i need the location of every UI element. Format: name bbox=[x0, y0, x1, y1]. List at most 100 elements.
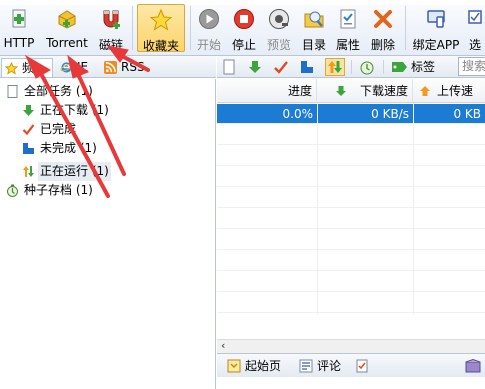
empty-row bbox=[217, 146, 485, 166]
delete-label: 删除 bbox=[370, 38, 395, 52]
tab-favorites-label: 频 bbox=[22, 61, 35, 75]
horizontal-scrollbar[interactable]: ‹ bbox=[217, 339, 485, 353]
tab-start-page-label: 起始页 bbox=[245, 359, 282, 373]
detail-panel bbox=[217, 377, 485, 389]
start-label: 开始 bbox=[196, 38, 221, 52]
rss-icon bbox=[104, 61, 117, 74]
add-http-button[interactable]: HTTP bbox=[1, 4, 37, 52]
add-magnet-button[interactable]: 磁链 bbox=[96, 4, 126, 52]
column-label: 下载速度 bbox=[359, 84, 408, 98]
download-speed-cell: 0 KB/s bbox=[371, 107, 409, 121]
column-divider bbox=[413, 103, 414, 315]
stop-button[interactable]: 停止 bbox=[228, 4, 260, 52]
toolbar-divider bbox=[132, 6, 133, 50]
tab-comments[interactable]: 评论 bbox=[297, 357, 341, 375]
toolbar-divider bbox=[383, 60, 384, 74]
stop-icon bbox=[234, 9, 254, 29]
empty-row bbox=[217, 251, 485, 271]
tag-button[interactable]: 标签 bbox=[391, 58, 435, 76]
star-icon bbox=[5, 62, 18, 75]
plus-torrent-icon bbox=[58, 10, 76, 29]
add-torrent-button[interactable]: Torrent bbox=[42, 4, 92, 52]
box-icon[interactable] bbox=[465, 359, 481, 373]
tree-item-label: 种子存档 (1) bbox=[24, 183, 93, 197]
archive-icon[interactable] bbox=[359, 59, 375, 75]
incomplete-icon bbox=[23, 143, 34, 154]
tree-item-label: 正在运行 (1) bbox=[38, 162, 111, 181]
delete-button[interactable]: 删除 bbox=[367, 4, 399, 52]
search-input[interactable]: 搜索 bbox=[458, 57, 485, 76]
scroll-left-icon[interactable]: ‹ bbox=[221, 339, 225, 352]
column-label: 上传速 bbox=[437, 84, 474, 98]
preview-icon bbox=[269, 9, 289, 29]
favorites-button[interactable]: 收藏夹 bbox=[137, 4, 185, 53]
tab-rss[interactable]: RSS bbox=[101, 58, 151, 77]
page-icon bbox=[7, 85, 18, 98]
select-label: 选 bbox=[469, 38, 482, 52]
toolbar-divider bbox=[351, 60, 352, 74]
empty-row bbox=[217, 272, 485, 292]
preview-label: 预览 bbox=[266, 38, 291, 52]
tab-rss-label: RSS bbox=[121, 60, 145, 74]
column-progress[interactable]: 进度 bbox=[217, 79, 317, 103]
empty-row bbox=[217, 209, 485, 229]
down-arrow-icon bbox=[23, 105, 34, 116]
incomplete-icon[interactable] bbox=[299, 59, 315, 75]
tree-item-label: 全部任务 (1) bbox=[24, 84, 93, 98]
task-list-header: 进度 下载速度 上传速 bbox=[217, 79, 485, 103]
down-arrow-icon[interactable] bbox=[247, 59, 263, 75]
http-label: HTTP bbox=[3, 36, 35, 50]
torrent-label: Torrent bbox=[46, 36, 88, 50]
empty-row bbox=[217, 167, 485, 187]
properties-icon[interactable] bbox=[355, 359, 369, 373]
play-icon bbox=[199, 9, 219, 29]
table-row[interactable]: 0.0% 0 KB/s 0 KB bbox=[217, 104, 485, 124]
bind-app-label: 绑定APP bbox=[412, 38, 460, 52]
star-icon bbox=[150, 9, 172, 31]
main-toolbar: HTTP Torrent 磁链 收藏夹 开始 停止 预览 目录 属性 删除 绑定… bbox=[0, 0, 485, 56]
check-icon[interactable] bbox=[273, 59, 289, 75]
task-toolbar: 标签 bbox=[217, 56, 485, 78]
tag-label: 标签 bbox=[411, 60, 436, 74]
tab-ie-label: IE bbox=[77, 60, 89, 74]
properties-button[interactable]: 属性 bbox=[333, 4, 363, 52]
column-download-speed[interactable]: 下载速度 bbox=[317, 79, 413, 103]
tree-item-label: 未完成 (1) bbox=[40, 141, 97, 155]
magnet-label: 磁链 bbox=[98, 38, 123, 52]
task-list: 进度 下载速度 上传速 0.0% 0 KB/s 0 KB bbox=[217, 79, 485, 339]
column-upload-speed[interactable]: 上传速 bbox=[413, 79, 485, 103]
tree-item-label: 正在下载 (1) bbox=[40, 103, 109, 117]
tab-start-page[interactable]: 起始页 bbox=[225, 357, 281, 375]
start-button[interactable]: 开始 bbox=[194, 4, 224, 52]
toolbar-divider bbox=[190, 6, 191, 50]
directory-label: 目录 bbox=[301, 38, 326, 52]
bind-app-button[interactable]: 绑定APP bbox=[410, 4, 462, 52]
tab-ie[interactable]: IE bbox=[57, 58, 97, 77]
check-icon bbox=[22, 124, 35, 136]
folder-search-icon bbox=[304, 11, 324, 28]
empty-row bbox=[217, 188, 485, 208]
updown-arrow-icon bbox=[23, 166, 34, 177]
progress-cell: 0.0% bbox=[282, 107, 314, 121]
column-divider bbox=[317, 103, 318, 315]
comment-icon bbox=[299, 359, 313, 373]
select-icon bbox=[468, 10, 482, 24]
empty-row bbox=[217, 293, 485, 313]
task-category-tree: 全部任务 (1) 正在下载 (1) 已完成 未完成 (1) 正在运行 (1) 种… bbox=[0, 79, 216, 389]
stop-label: 停止 bbox=[231, 38, 256, 52]
properties-label: 属性 bbox=[335, 38, 360, 52]
left-panel-tabs: 频 IE RSS bbox=[0, 56, 216, 78]
tab-favorites[interactable]: 频 bbox=[1, 58, 53, 77]
select-button[interactable]: 选 bbox=[466, 4, 485, 52]
ie-icon bbox=[60, 62, 73, 73]
upload-speed-cell: 0 KB bbox=[453, 107, 481, 121]
directory-button[interactable]: 目录 bbox=[299, 4, 329, 52]
column-label: 进度 bbox=[287, 84, 312, 98]
down-arrow-icon bbox=[336, 86, 346, 96]
page-icon[interactable] bbox=[221, 59, 237, 75]
preview-button[interactable]: 预览 bbox=[263, 4, 295, 52]
toolbar-divider bbox=[405, 6, 406, 50]
empty-row bbox=[217, 230, 485, 250]
updown-arrow-icon[interactable] bbox=[325, 58, 345, 76]
tag-icon bbox=[392, 62, 407, 72]
